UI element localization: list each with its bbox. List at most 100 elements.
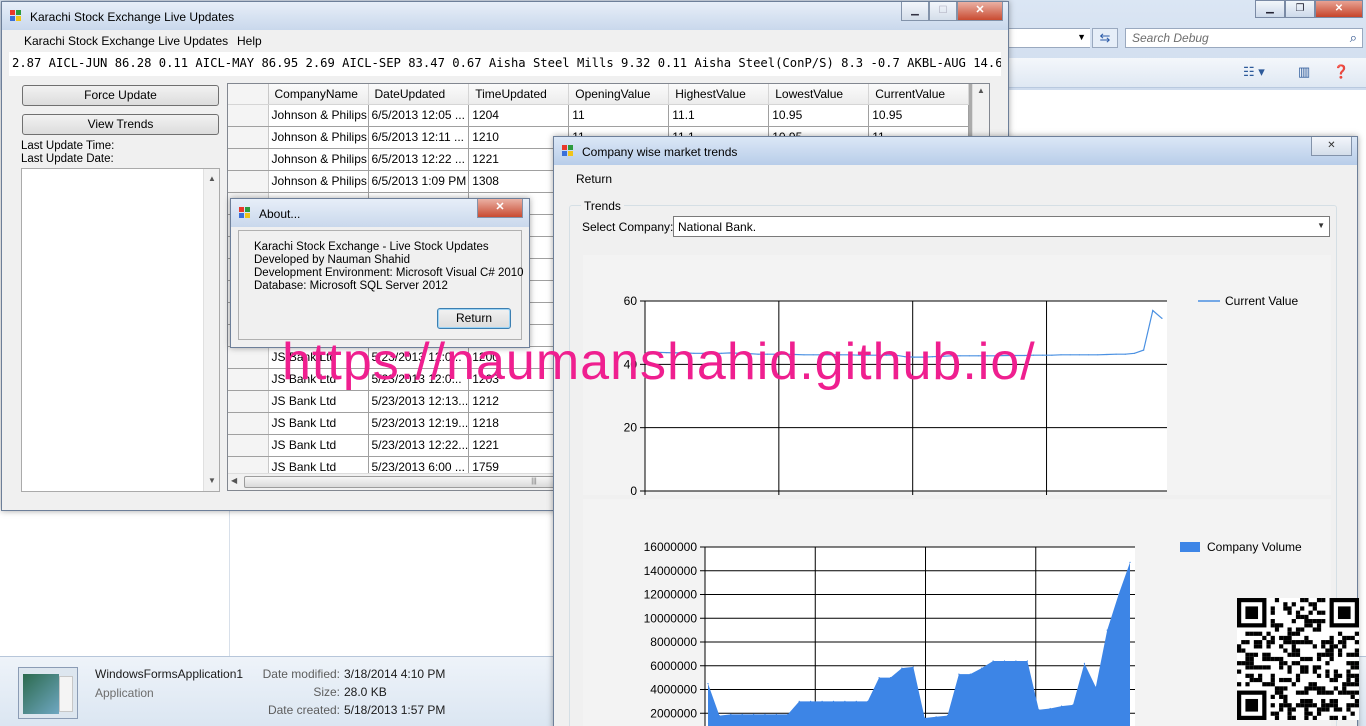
size-label: Size: (313, 685, 340, 699)
grid-column-header[interactable]: TimeUpdated (468, 84, 570, 105)
table-cell[interactable]: 6/5/2013 1:09 PM (368, 170, 470, 193)
close-icon[interactable]: ✕ (957, 2, 1003, 21)
row-header[interactable] (228, 346, 269, 369)
qr-module (1321, 703, 1326, 708)
update-log-listbox[interactable]: ▲ ▼ (21, 168, 220, 492)
grid-column-header[interactable]: CompanyName (268, 84, 369, 105)
table-cell[interactable]: JS Bank Ltd (268, 434, 369, 457)
qr-module (1279, 694, 1284, 699)
preview-pane-icon[interactable]: ▥ (1298, 64, 1310, 80)
table-cell[interactable]: 10.95 (868, 104, 970, 127)
table-cell[interactable]: 6/5/2013 12:11 ... (368, 126, 470, 149)
search-icon[interactable]: ⌕ (1350, 30, 1357, 46)
about-return-button[interactable]: Return (437, 308, 511, 329)
grid-column-header[interactable]: CurrentValue (868, 84, 970, 105)
table-cell[interactable]: JS Bank Ltd (268, 390, 369, 413)
grid-column-header[interactable]: LowestValue (768, 84, 870, 105)
grid-corner (228, 84, 269, 105)
grid-column-header[interactable]: OpeningValue (568, 84, 670, 105)
grid-column-header[interactable]: HighestValue (668, 84, 770, 105)
about-line: Database: Microsoft SQL Server 2012 (254, 280, 448, 292)
close-icon[interactable]: ✕ (477, 199, 523, 218)
qr-module (1346, 635, 1351, 641)
company-select[interactable]: National Bank. ▼ (673, 216, 1330, 237)
grid-column-header[interactable]: DateUpdated (368, 84, 470, 105)
address-dropdown[interactable]: ▼ (1000, 28, 1090, 48)
row-header[interactable] (228, 412, 269, 435)
qr-module (1287, 627, 1292, 632)
qr-module (1329, 656, 1334, 662)
data-point (798, 700, 800, 702)
table-cell[interactable]: 5/23/2013 12:13... (368, 390, 470, 413)
table-cell[interactable]: JS Bank Ltd (268, 412, 369, 435)
scroll-down-icon[interactable]: ▼ (204, 473, 220, 489)
trends-title: Company wise market trends (582, 145, 738, 159)
qr-module (1354, 640, 1359, 645)
table-cell[interactable]: Johnson & Philips (268, 170, 369, 193)
qr-module (1350, 661, 1355, 666)
row-header[interactable] (228, 148, 269, 171)
row-header[interactable] (228, 434, 269, 457)
table-cell[interactable]: 5/23/2013 12:19... (368, 412, 470, 435)
scroll-up-icon[interactable]: ▲ (204, 171, 220, 187)
row-header[interactable] (228, 368, 269, 391)
row-header[interactable] (228, 390, 269, 413)
close-icon[interactable]: ✕ (1311, 137, 1352, 156)
qr-module (1342, 682, 1347, 687)
qr-module (1321, 598, 1326, 603)
trends-return-menu[interactable]: Return (576, 172, 612, 186)
view-trends-button[interactable]: View Trends (22, 114, 219, 135)
minimize-icon[interactable]: ▁ (1255, 0, 1285, 18)
data-point (1083, 662, 1085, 664)
close-icon[interactable]: ✕ (1315, 0, 1363, 18)
help-icon[interactable]: ❓ (1333, 64, 1349, 80)
search-input[interactable]: Search Debug ⌕ (1125, 28, 1363, 48)
qr-module (1325, 690, 1330, 695)
table-cell[interactable]: 10.95 (768, 104, 870, 127)
qr-module (1346, 673, 1351, 678)
qr-module (1350, 703, 1355, 708)
qr-module (1279, 623, 1284, 628)
qr-module (1300, 703, 1305, 708)
qr-module (1316, 627, 1322, 632)
minimize-icon[interactable]: ▁ (901, 2, 929, 21)
qr-module (1270, 656, 1275, 662)
restore-icon[interactable]: ❐ (1285, 0, 1315, 18)
qr-module (1350, 711, 1355, 716)
listbox-scrollbar[interactable]: ▲ ▼ (203, 169, 219, 491)
qr-module (1354, 690, 1359, 695)
table-cell[interactable]: 5/23/2013 12:22... (368, 434, 470, 457)
qr-module (1258, 644, 1263, 649)
scroll-left-icon[interactable]: ◀ (231, 476, 237, 485)
table-cell[interactable]: Johnson & Philips (268, 104, 369, 127)
table-cell[interactable]: 6/5/2013 12:05 ... (368, 104, 470, 127)
qr-module (1333, 686, 1338, 691)
view-options-icon[interactable]: ☷ ▾ (1243, 64, 1265, 80)
explorer-toolbar: ☷ ▾ ▥ ❓ (1000, 58, 1366, 88)
table-row[interactable]: Johnson & Philips 6/5/2013 12:05 ... 1204 1… (228, 104, 970, 127)
force-update-button[interactable]: Force Update (22, 85, 219, 106)
qr-module (1350, 690, 1355, 695)
table-cell[interactable]: 11 (568, 104, 670, 127)
table-cell[interactable]: 6/5/2013 12:22 ... (368, 148, 470, 171)
menu-karachi[interactable]: Karachi Stock Exchange Live Updates (24, 34, 228, 48)
table-cell[interactable]: 11.1 (668, 104, 770, 127)
qr-module (1283, 694, 1288, 699)
scroll-up-icon[interactable]: ▲ (973, 86, 989, 95)
qr-module (1308, 703, 1313, 708)
row-header[interactable] (228, 104, 269, 127)
data-point (992, 660, 994, 662)
menu-help[interactable]: Help (237, 34, 262, 48)
qr-module (1291, 715, 1296, 720)
table-cell[interactable]: Johnson & Philips (268, 148, 369, 171)
table-cell[interactable]: 1204 (468, 104, 570, 127)
row-header[interactable] (228, 170, 269, 193)
qr-module (1295, 673, 1301, 678)
qr-module (1325, 673, 1330, 678)
qr-module (1237, 644, 1242, 649)
data-point (1051, 354, 1053, 356)
refresh-icon[interactable]: ⇆ (1092, 28, 1118, 48)
qr-module (1321, 652, 1326, 657)
row-header[interactable] (228, 126, 269, 149)
table-cell[interactable]: Johnson & Philips (268, 126, 369, 149)
